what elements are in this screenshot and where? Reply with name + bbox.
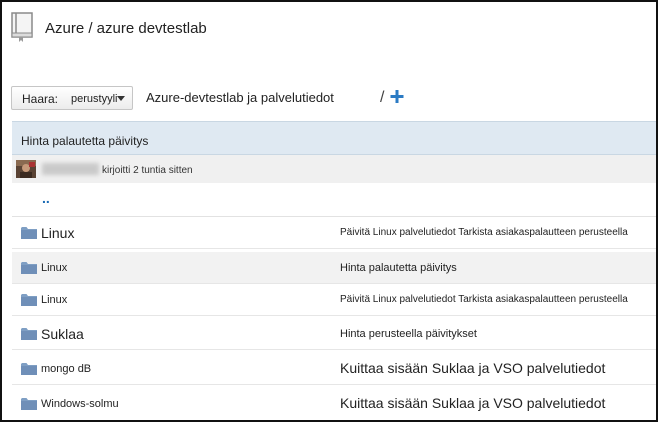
file-row[interactable]: Linux Päivitä Linux palvelutiedot Tarkis… bbox=[12, 284, 656, 316]
latest-commit-bar: Hinta palautetta päivitys bbox=[12, 121, 656, 155]
file-row[interactable]: Linux Hinta palautetta päivitys bbox=[12, 252, 656, 284]
commit-author-row: username kirjoitti 2 tuntia sitten bbox=[12, 155, 656, 183]
parent-folder-row[interactable]: .. bbox=[12, 183, 656, 217]
file-name[interactable]: Linux bbox=[41, 262, 67, 274]
file-name[interactable]: Linux bbox=[41, 225, 74, 241]
parent-folder-link[interactable]: .. bbox=[42, 190, 50, 206]
file-row[interactable]: Suklaa Hinta perusteella päivitykset bbox=[12, 318, 656, 350]
breadcrumb-root[interactable]: Azure-devtestlab ja palvelutiedot bbox=[146, 90, 334, 105]
file-row[interactable]: mongo dB Kuittaa sisään Suklaa ja VSO pa… bbox=[12, 353, 656, 385]
file-name[interactable]: Linux bbox=[41, 294, 67, 306]
commit-time: kirjoitti 2 tuntia sitten bbox=[102, 165, 193, 176]
file-name[interactable]: Suklaa bbox=[41, 326, 84, 342]
file-commit-message[interactable]: Hinta palautetta päivitys bbox=[340, 262, 457, 274]
commit-message[interactable]: Hinta palautetta päivitys bbox=[21, 134, 148, 148]
file-commit-message[interactable]: Kuittaa sisään Suklaa ja VSO palvelutied… bbox=[340, 395, 605, 411]
file-name[interactable]: Windows-solmu bbox=[41, 398, 119, 410]
folder-icon bbox=[21, 363, 37, 375]
file-commit-message[interactable]: Kuittaa sisään Suklaa ja VSO palvelutied… bbox=[340, 360, 605, 376]
file-commit-message[interactable]: Hinta perusteella päivitykset bbox=[340, 328, 477, 340]
folder-icon bbox=[21, 328, 37, 340]
file-row[interactable]: Windows-solmu Kuittaa sisään Suklaa ja V… bbox=[12, 388, 656, 420]
chevron-down-icon bbox=[117, 96, 125, 101]
file-commit-message[interactable]: Päivitä Linux palvelutiedot Tarkista asi… bbox=[340, 227, 628, 238]
branch-value: perustyyli bbox=[71, 93, 118, 105]
folder-icon bbox=[21, 398, 37, 410]
file-name[interactable]: mongo dB bbox=[41, 363, 91, 375]
page-title: Azure / azure devtestlab bbox=[45, 20, 207, 37]
folder-icon bbox=[21, 262, 37, 274]
file-row[interactable]: Linux Päivitä Linux palvelutiedot Tarkis… bbox=[12, 217, 656, 249]
plus-icon[interactable] bbox=[389, 85, 405, 107]
branch-label: Haara: bbox=[22, 92, 59, 106]
folder-icon bbox=[21, 227, 37, 239]
repository-browser: Azure / azure devtestlab Haara: perustyy… bbox=[0, 0, 658, 422]
breadcrumb-separator: / bbox=[380, 89, 385, 106]
repo-book-icon bbox=[11, 12, 33, 42]
header: Azure / azure devtestlab bbox=[2, 2, 656, 62]
folder-icon bbox=[21, 294, 37, 306]
author-name: username bbox=[42, 163, 99, 175]
toolbar: Haara: perustyyli Azure-devtestlab ja pa… bbox=[2, 82, 656, 114]
branch-selector-button[interactable]: Haara: perustyyli bbox=[11, 86, 133, 110]
file-commit-message[interactable]: Päivitä Linux palvelutiedot Tarkista asi… bbox=[340, 294, 628, 305]
avatar bbox=[16, 160, 36, 178]
